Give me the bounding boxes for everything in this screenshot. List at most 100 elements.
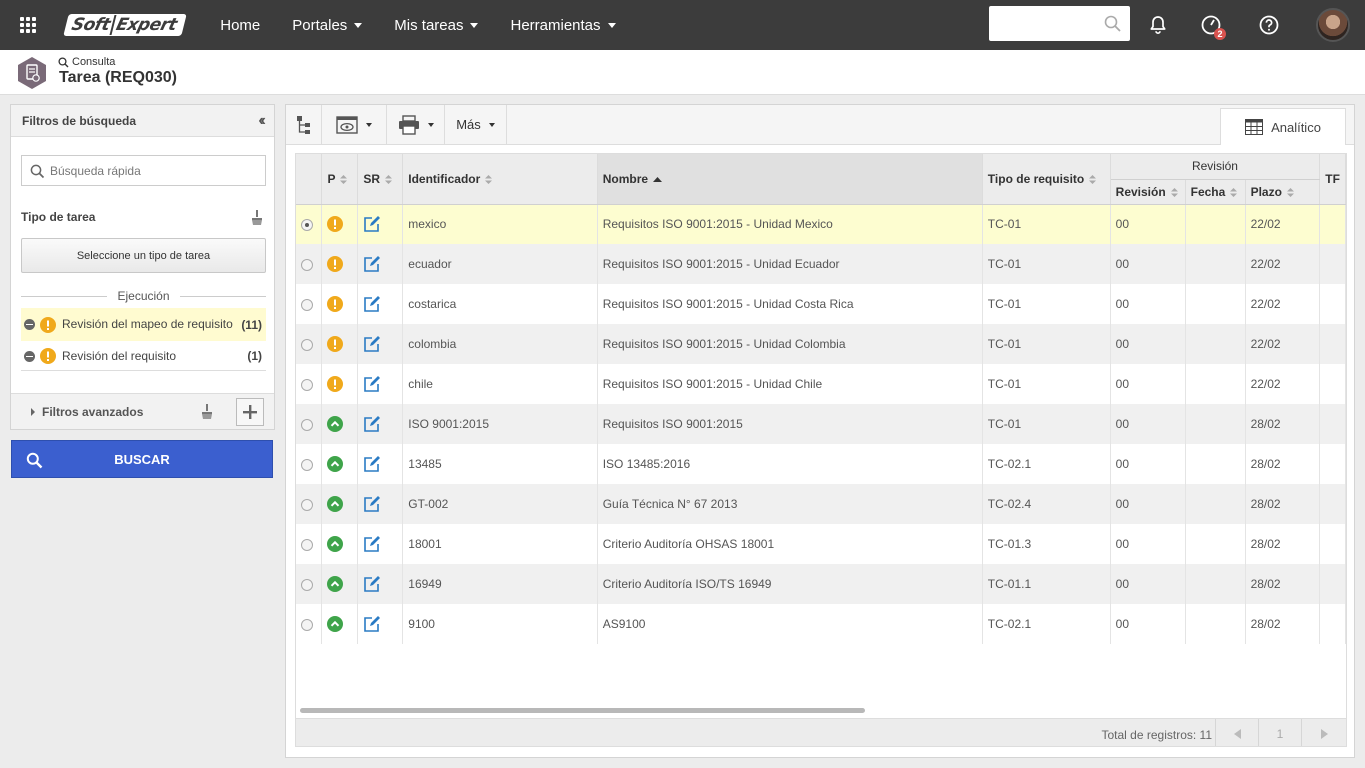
nav-portales[interactable]: Portales (276, 0, 378, 50)
row-select-cell[interactable] (296, 244, 323, 284)
column-header-revision[interactable]: Revisión (1110, 179, 1186, 205)
column-header-sr[interactable]: SR (357, 154, 404, 205)
table-row[interactable]: ISO 9001:2015 Requisitos ISO 9001:2015 TC-… (296, 404, 1346, 444)
row-radio-button[interactable] (301, 458, 313, 471)
row-radio-button[interactable] (301, 578, 313, 591)
row-select-cell[interactable] (296, 364, 323, 404)
previous-page-button[interactable] (1215, 719, 1258, 746)
row-select-cell[interactable] (296, 484, 323, 524)
add-filter-button[interactable] (236, 398, 264, 426)
edit-icon[interactable] (363, 455, 381, 473)
nav-home[interactable]: Home (204, 0, 276, 50)
select-task-type-button[interactable]: Seleccione un tipo de tarea (21, 238, 266, 273)
horizontal-scrollbar[interactable] (300, 708, 865, 713)
sr-cell[interactable] (357, 524, 404, 564)
sr-cell[interactable] (357, 244, 404, 284)
tab-analitico[interactable]: Analítico (1220, 108, 1346, 145)
column-header-p[interactable]: P (321, 154, 359, 205)
sr-cell[interactable] (357, 484, 404, 524)
sr-cell[interactable] (357, 364, 404, 404)
search-button[interactable]: BUSCAR (11, 440, 273, 478)
edit-icon[interactable] (363, 535, 381, 553)
sr-cell[interactable] (357, 604, 404, 644)
global-search-input[interactable] (989, 6, 1130, 41)
identificador-cell: 9100 (402, 604, 598, 644)
execution-item-revision[interactable]: Revisión del requisito (1) (21, 342, 266, 371)
breadcrumb[interactable]: Consulta (58, 56, 115, 68)
row-radio-button[interactable] (301, 219, 313, 232)
row-radio-button[interactable] (301, 258, 313, 271)
table-row[interactable]: mexico Requisitos ISO 9001:2015 - Unidad … (296, 204, 1346, 244)
table-row[interactable]: costarica Requisitos ISO 9001:2015 - Unid… (296, 284, 1346, 324)
sr-cell[interactable] (357, 404, 404, 444)
edit-icon[interactable] (363, 335, 381, 353)
column-header-tipo-requisito[interactable]: Tipo de requisito (982, 154, 1111, 205)
current-page-number: 1 (1276, 727, 1284, 741)
nav-mis-tareas[interactable]: Mis tareas (378, 0, 494, 50)
warning-icon (327, 256, 344, 272)
row-select-cell[interactable] (296, 524, 323, 564)
table-row[interactable]: colombia Requisitos ISO 9001:2015 - Unida… (296, 324, 1346, 364)
row-select-cell[interactable] (296, 284, 323, 324)
table-row[interactable]: GT-002 Guía Técnica N° 67 2013 TC-02.4 00 28… (296, 484, 1346, 524)
row-select-cell[interactable] (296, 204, 323, 244)
edit-icon[interactable] (363, 615, 381, 633)
row-select-cell[interactable] (296, 604, 323, 644)
column-header-identificador[interactable]: Identificador (402, 154, 598, 205)
row-radio-button[interactable] (301, 538, 313, 551)
row-radio-button[interactable] (301, 418, 313, 431)
quick-search-input[interactable]: Búsqueda rápida (21, 155, 266, 186)
next-page-button[interactable] (1301, 719, 1346, 746)
clear-filter-broom-icon[interactable] (251, 210, 263, 225)
column-header-fecha[interactable]: Fecha (1185, 179, 1246, 205)
table-row[interactable]: 18001 Criterio Auditoría OHSAS 18001 TC-01… (296, 524, 1346, 564)
edit-icon[interactable] (363, 495, 381, 513)
edit-icon[interactable] (363, 375, 381, 393)
help-icon[interactable] (1256, 12, 1282, 38)
row-select-cell[interactable] (296, 444, 323, 484)
tasks-clock-icon[interactable]: 2 (1198, 12, 1226, 40)
sr-cell[interactable] (357, 284, 404, 324)
apps-grid-icon[interactable] (0, 0, 56, 50)
sr-cell[interactable] (357, 324, 404, 364)
sr-cell[interactable] (357, 444, 404, 484)
edit-icon[interactable] (363, 215, 381, 233)
warning-icon (40, 348, 56, 364)
hierarchy-view-button[interactable] (286, 105, 322, 144)
advanced-filters-toggle[interactable]: Filtros avanzados (31, 405, 143, 419)
remove-filter-icon[interactable] (24, 319, 35, 330)
edit-icon[interactable] (363, 295, 381, 313)
view-record-button[interactable] (322, 105, 387, 144)
row-radio-button[interactable] (301, 338, 313, 351)
sr-cell[interactable] (357, 564, 404, 604)
edit-icon[interactable] (363, 255, 381, 273)
clear-filter-broom-icon[interactable] (201, 404, 213, 419)
table-row[interactable]: 9100 AS9100 TC-02.1 00 28/02 (296, 604, 1346, 644)
row-radio-button[interactable] (301, 298, 313, 311)
remove-filter-icon[interactable] (24, 350, 35, 362)
column-header-tr[interactable]: TF (1319, 154, 1346, 205)
row-radio-button[interactable] (301, 378, 313, 391)
nav-herramientas[interactable]: Herramientas (494, 0, 631, 50)
row-select-cell[interactable] (296, 564, 323, 604)
notifications-bell-icon[interactable] (1145, 12, 1171, 38)
print-button[interactable] (387, 105, 445, 144)
edit-icon[interactable] (363, 575, 381, 593)
row-radio-button[interactable] (301, 618, 313, 631)
row-select-cell[interactable] (296, 404, 323, 444)
table-row[interactable]: chile Requisitos ISO 9001:2015 - Unidad C… (296, 364, 1346, 404)
softexpert-logo[interactable]: Soft Expert (63, 14, 187, 36)
column-header-plazo[interactable]: Plazo (1245, 179, 1321, 205)
edit-icon[interactable] (363, 415, 381, 433)
sr-cell[interactable] (357, 204, 404, 244)
table-row[interactable]: 16949 Criterio Auditoría ISO/TS 16949 TC-0… (296, 564, 1346, 604)
row-radio-button[interactable] (301, 498, 313, 511)
user-avatar[interactable] (1316, 8, 1350, 42)
table-row[interactable]: ecuador Requisitos ISO 9001:2015 - Unidad… (296, 244, 1346, 284)
execution-item-mapeo[interactable]: Revisión del mapeo de requisito (11) (21, 308, 266, 341)
more-menu-button[interactable]: Más (445, 105, 507, 144)
table-row[interactable]: 13485 ISO 13485:2016 TC-02.1 00 28/02 (296, 444, 1346, 484)
column-header-nombre[interactable]: Nombre (597, 154, 983, 205)
collapse-panel-icon[interactable]: ‹‹ (258, 112, 265, 130)
row-select-cell[interactable] (296, 324, 323, 364)
